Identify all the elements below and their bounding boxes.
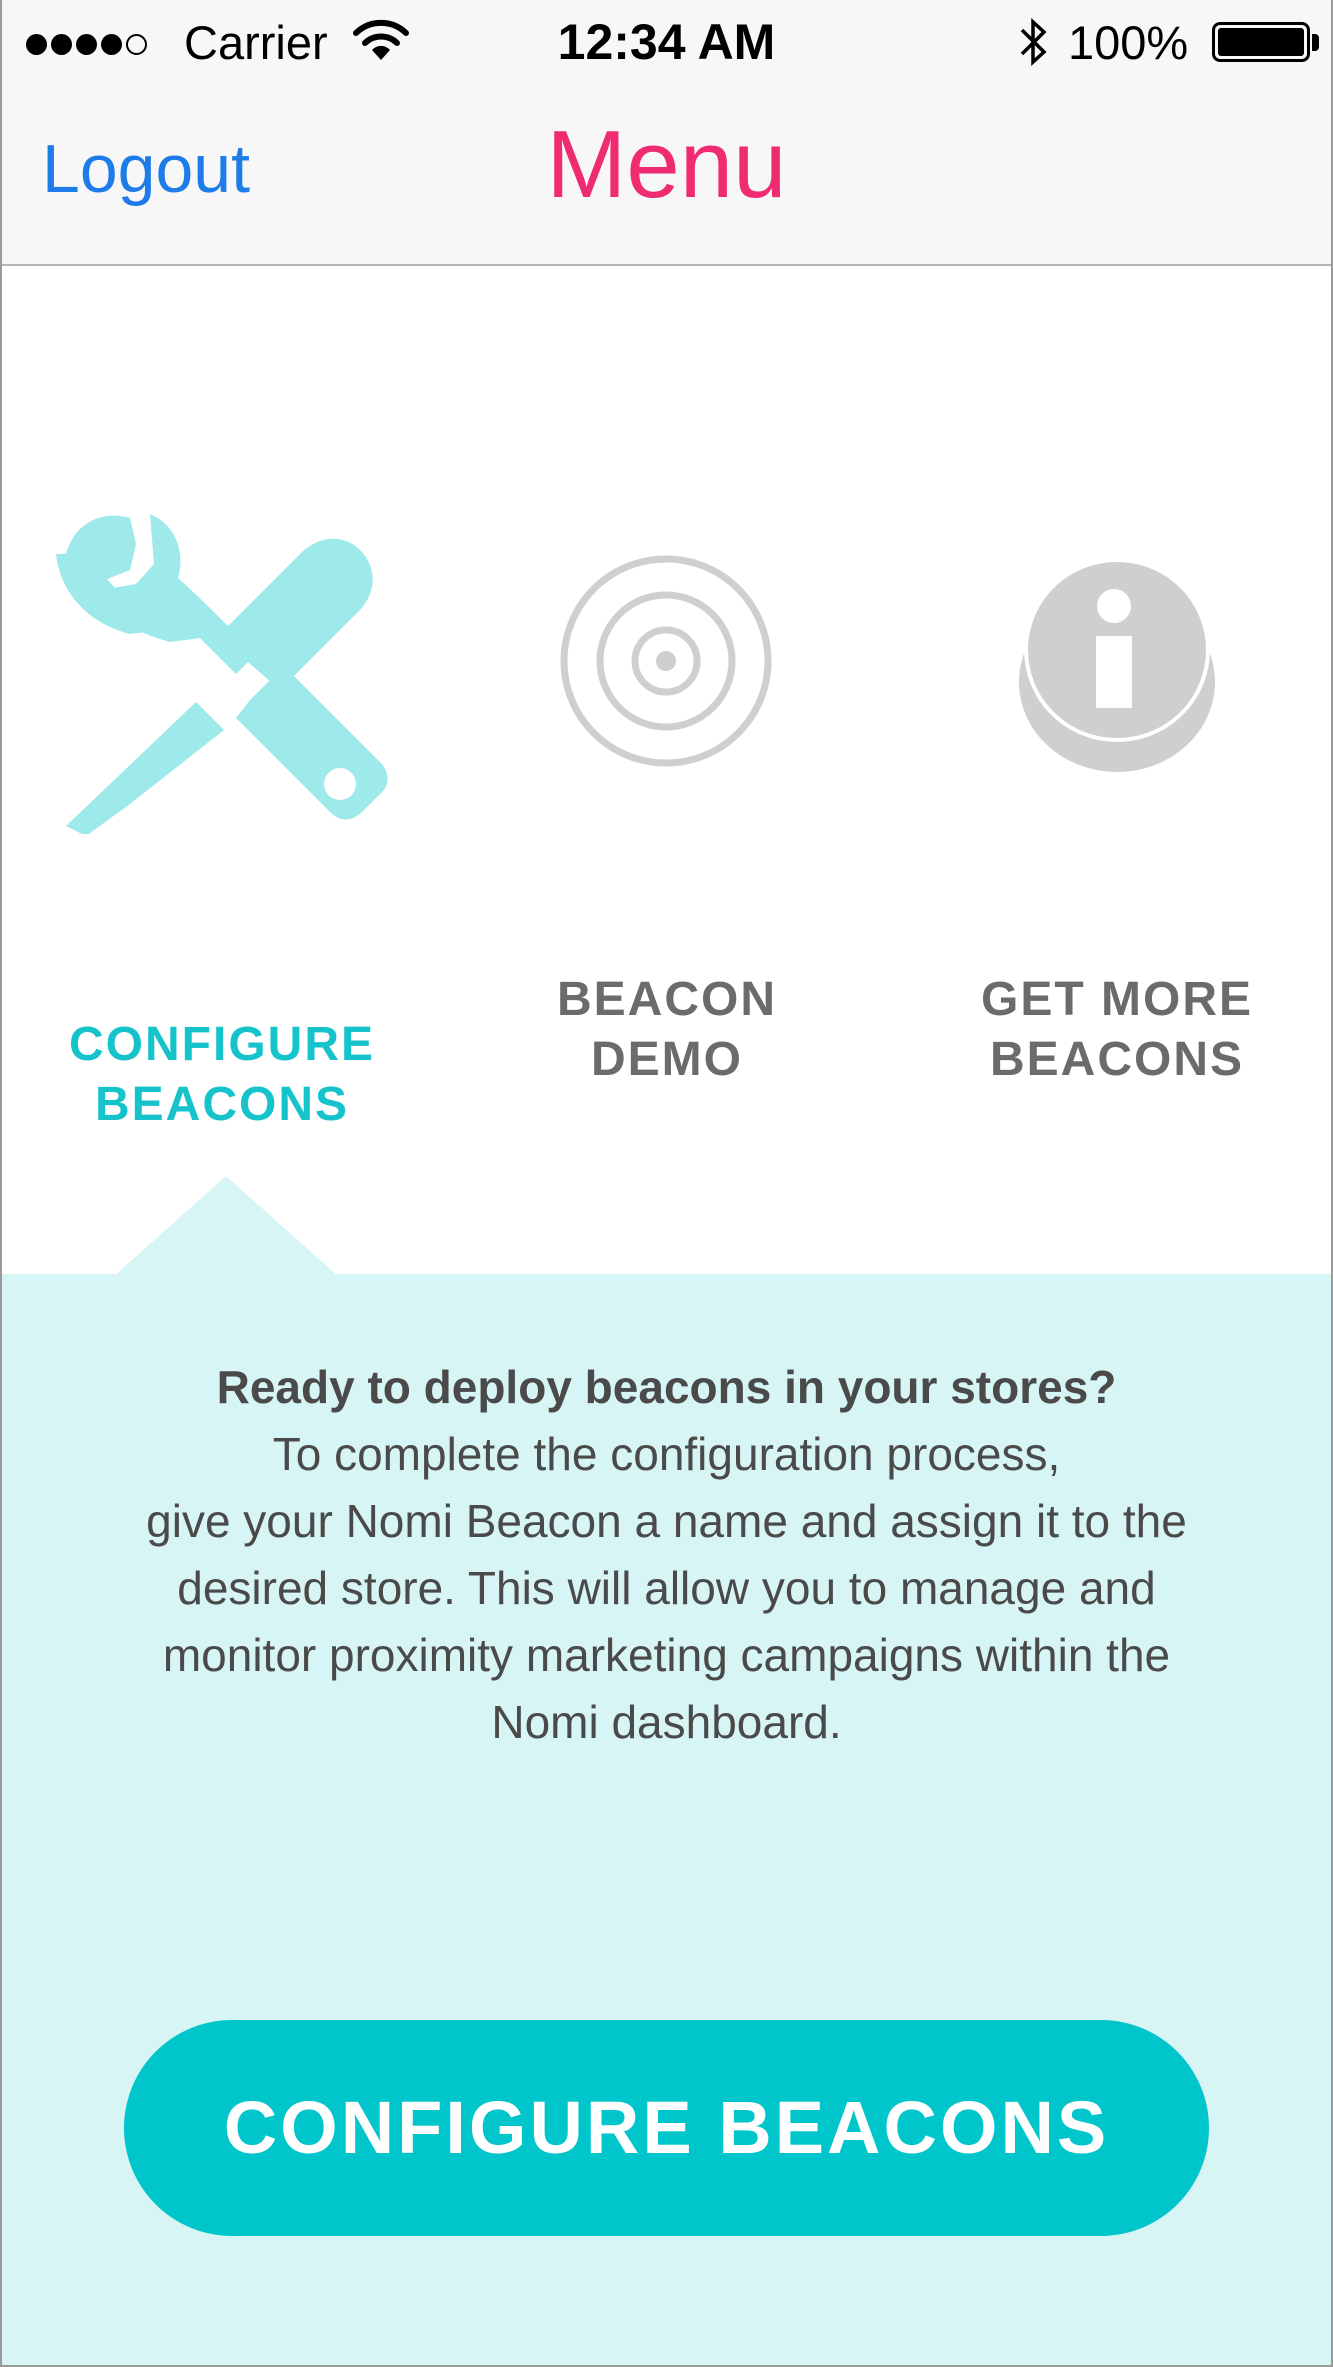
menu-option-beacon-demo[interactable]: BEACON DEMO <box>447 470 887 1110</box>
menu-option-label: CONFIGURE BEACONS <box>2 1015 442 1135</box>
target-icon <box>560 555 772 767</box>
description-line: Nomi dashboard. <box>491 1696 842 1748</box>
description-line: give your Nomi Beacon a name and assign … <box>146 1495 1187 1547</box>
battery-level-fill <box>1218 28 1304 56</box>
configure-beacons-button[interactable]: CONFIGURE BEACONS <box>124 2020 1209 2236</box>
navigation-bar: Logout Menu <box>2 84 1331 266</box>
bluetooth-icon <box>1020 18 1047 66</box>
menu-option-get-more-beacons[interactable]: GET MORE BEACONS <box>897 470 1331 1110</box>
description-line: desired store. This will allow you to ma… <box>177 1562 1156 1614</box>
tools-icon <box>56 514 388 834</box>
menu-option-label: BEACON DEMO <box>447 970 887 1090</box>
label-line: DEMO <box>591 1033 743 1086</box>
description-text: Ready to deploy beacons in your stores? … <box>62 1354 1271 1756</box>
description-panel: Ready to deploy beacons in your stores? … <box>2 1274 1331 2365</box>
label-line: CONFIGURE <box>69 1018 375 1071</box>
battery-percentage: 100% <box>1068 16 1189 69</box>
description-heading: Ready to deploy beacons in your stores? <box>216 1361 1117 1413</box>
label-line: BEACONS <box>94 1078 350 1131</box>
menu-option-configure-beacons[interactable]: CONFIGURE BEACONS <box>2 470 442 1150</box>
label-line: BEACON <box>556 973 777 1026</box>
battery-icon <box>1212 22 1310 62</box>
app-screen: Carrier 12:34 AM 100% Logout Menu CONFIG… <box>0 0 1333 2367</box>
description-line: monitor proximity marketing campaigns wi… <box>162 1629 1171 1681</box>
battery-tip <box>1312 34 1319 51</box>
info-icon <box>1019 558 1215 772</box>
label-line: GET MORE <box>980 973 1253 1026</box>
menu-option-label: GET MORE BEACONS <box>897 970 1331 1090</box>
selection-indicator <box>114 1176 338 1276</box>
description-line: To complete the configuration process, <box>272 1428 1061 1480</box>
status-bar: Carrier 12:34 AM 100% <box>2 0 1331 84</box>
page-title: Menu <box>546 111 787 218</box>
label-line: BEACONS <box>989 1033 1245 1086</box>
